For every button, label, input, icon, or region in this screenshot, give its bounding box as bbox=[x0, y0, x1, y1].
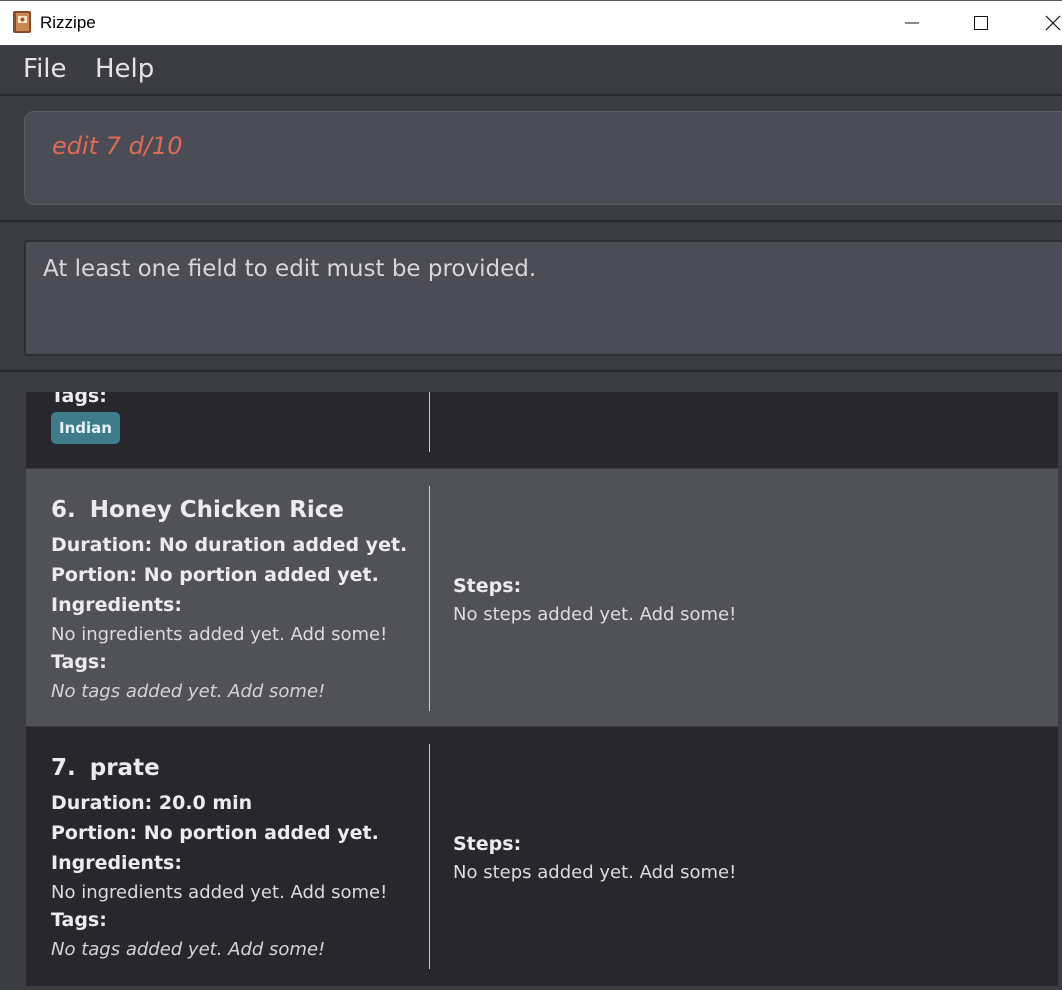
steps-label: Steps: bbox=[453, 833, 522, 855]
card-divider bbox=[429, 486, 430, 711]
card-divider bbox=[429, 744, 430, 969]
close-button[interactable] bbox=[1030, 1, 1062, 45]
command-text: edit 7 d/10 bbox=[52, 132, 183, 160]
recipe-list[interactable]: Tags: Indian 6. Honey Chicken Rice Durati… bbox=[26, 392, 1058, 986]
recipe-card-7[interactable]: 7. prate Duration: 20.0 min Portion: No p… bbox=[26, 727, 1058, 986]
recipe-steps: No steps added yet. Add some! bbox=[453, 604, 737, 625]
recipe-index: 6. bbox=[51, 497, 76, 523]
result-message: At least one field to edit must be provi… bbox=[43, 256, 537, 282]
command-input[interactable]: edit 7 d/10 bbox=[24, 111, 1062, 205]
maximize-icon bbox=[974, 16, 988, 30]
recipe-portion: Portion: No portion added yet. bbox=[51, 822, 379, 844]
recipe-tags: No tags added yet. Add some! bbox=[51, 681, 326, 702]
card-divider bbox=[429, 392, 430, 452]
result-area: At least one field to edit must be provi… bbox=[0, 222, 1062, 372]
recipe-book-icon bbox=[13, 11, 31, 33]
title-bar: Rizzipe bbox=[0, 0, 1062, 45]
recipe-list-panel: Tags: Indian 6. Honey Chicken Rice Durati… bbox=[0, 372, 1062, 990]
recipe-portion: Portion: No portion added yet. bbox=[51, 564, 379, 586]
result-display[interactable]: At least one field to edit must be provi… bbox=[24, 240, 1062, 356]
close-icon bbox=[1045, 15, 1061, 31]
tag-chip: Indian bbox=[51, 412, 120, 444]
recipe-index: 7. bbox=[51, 755, 76, 781]
recipe-name: Honey Chicken Rice bbox=[89, 497, 345, 523]
window-title: Rizzipe bbox=[40, 13, 96, 32]
recipe-duration: Duration: 20.0 min bbox=[51, 792, 253, 814]
tags-label: Tags: bbox=[51, 909, 107, 931]
recipe-ingredients: No ingredients added yet. Add some! bbox=[51, 882, 388, 903]
ingredients-label: Ingredients: bbox=[51, 852, 182, 874]
recipe-steps: No steps added yet. Add some! bbox=[453, 862, 737, 883]
app-window: Rizzipe File Help edit 7 d/10 At least o… bbox=[0, 0, 1062, 990]
menu-file[interactable]: File bbox=[23, 54, 67, 84]
minimize-button[interactable] bbox=[889, 1, 935, 45]
recipe-card-6[interactable]: 6. Honey Chicken Rice Duration: No durati… bbox=[26, 469, 1058, 726]
recipe-duration: Duration: No duration added yet. bbox=[51, 534, 408, 556]
steps-label: Steps: bbox=[453, 575, 522, 597]
tags-label: Tags: bbox=[51, 651, 107, 673]
recipe-title: 7. prate bbox=[51, 755, 160, 781]
tags-label: Tags: bbox=[51, 392, 107, 407]
menu-help[interactable]: Help bbox=[95, 54, 154, 84]
recipe-title: 6. Honey Chicken Rice bbox=[51, 497, 344, 523]
recipe-name: prate bbox=[89, 755, 160, 781]
command-area: edit 7 d/10 bbox=[0, 96, 1062, 222]
ingredients-label: Ingredients: bbox=[51, 594, 182, 616]
recipe-ingredients: No ingredients added yet. Add some! bbox=[51, 624, 388, 645]
recipe-card-partial[interactable]: Tags: Indian bbox=[26, 392, 1058, 468]
menu-bar: File Help bbox=[0, 45, 1062, 96]
maximize-button[interactable] bbox=[958, 1, 1004, 45]
minimize-icon bbox=[905, 22, 919, 24]
recipe-tags: No tags added yet. Add some! bbox=[51, 939, 326, 960]
